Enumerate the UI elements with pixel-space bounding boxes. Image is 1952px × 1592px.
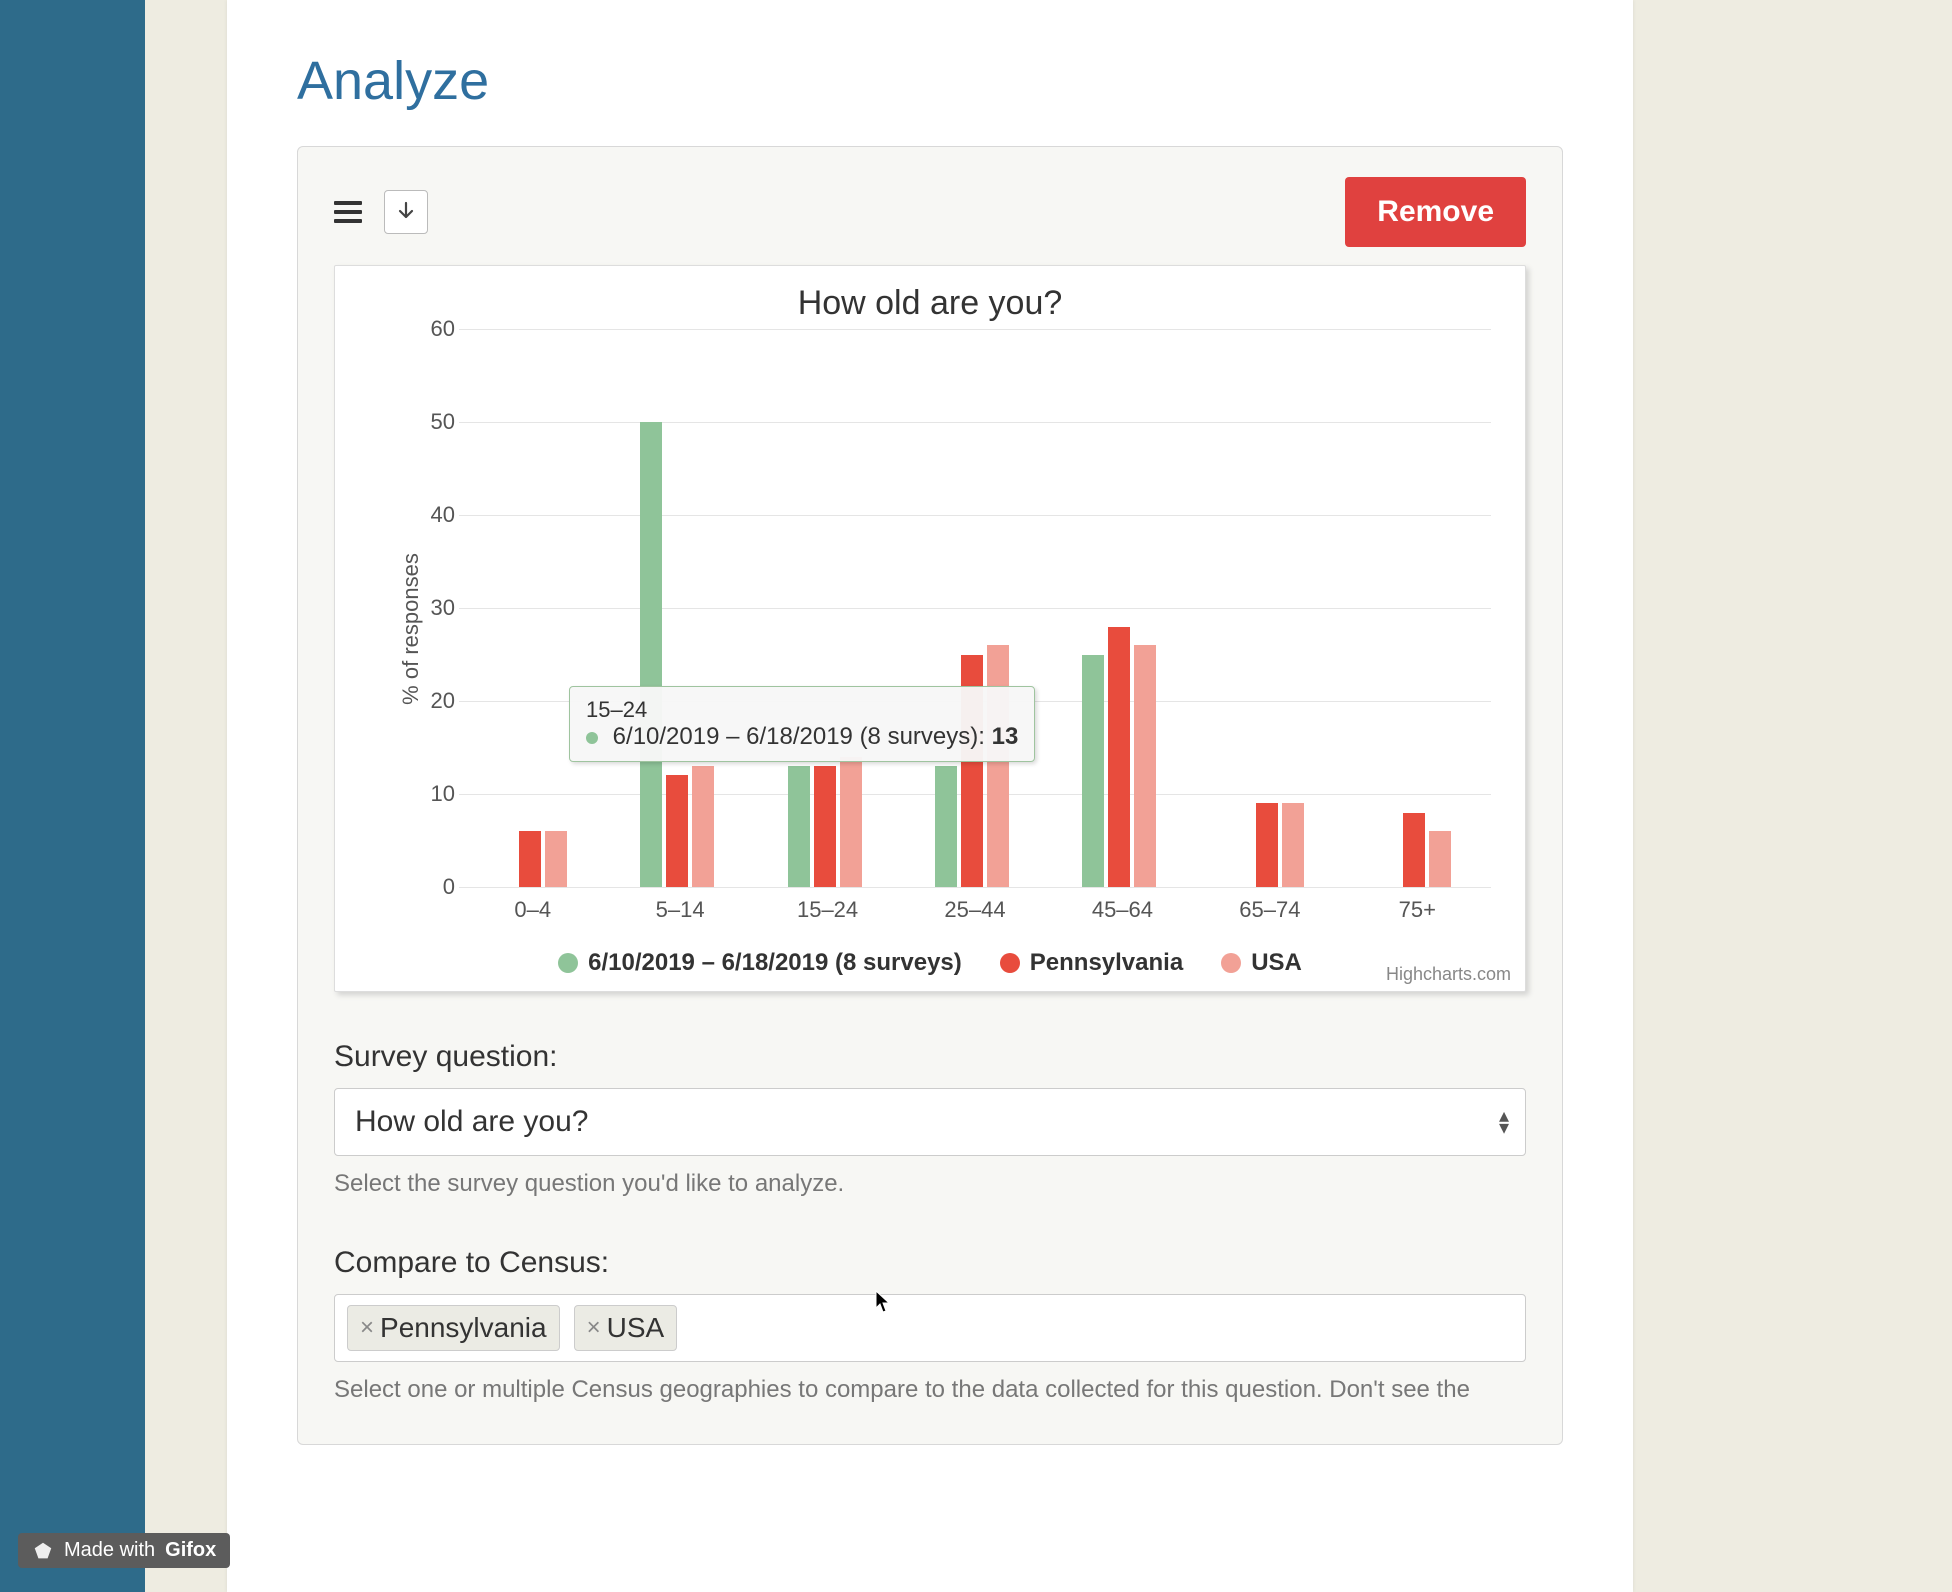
bar[interactable] bbox=[640, 422, 662, 887]
x-tick: 45–64 bbox=[1092, 897, 1153, 923]
remove-button[interactable]: Remove bbox=[1345, 177, 1526, 247]
legend-label: 6/10/2019 – 6/18/2019 (8 surveys) bbox=[588, 949, 962, 977]
bar[interactable] bbox=[788, 766, 810, 887]
legend-item[interactable]: Pennsylvania bbox=[1000, 949, 1183, 977]
survey-question-helper: Select the survey question you'd like to… bbox=[334, 1170, 1526, 1198]
y-tick: 60 bbox=[415, 316, 455, 342]
tooltip-dot bbox=[586, 732, 598, 744]
legend-swatch bbox=[1221, 953, 1241, 973]
bar[interactable] bbox=[1082, 655, 1104, 888]
download-button[interactable] bbox=[384, 190, 428, 234]
survey-question-value: How old are you? bbox=[355, 1105, 588, 1138]
legend-label: Pennsylvania bbox=[1030, 949, 1183, 977]
analyze-card: Remove How old are you? % of responses 0… bbox=[297, 146, 1563, 1445]
x-tick: 0–4 bbox=[514, 897, 551, 923]
chart-container: How old are you? % of responses 01020304… bbox=[334, 265, 1526, 992]
chart-tooltip: 15–24 6/10/2019 – 6/18/2019 (8 surveys):… bbox=[569, 686, 1035, 762]
bar[interactable] bbox=[987, 645, 1009, 887]
y-tick: 0 bbox=[415, 874, 455, 900]
tooltip-series-label: 6/10/2019 – 6/18/2019 (8 surveys): bbox=[613, 723, 985, 750]
remove-tag-icon[interactable]: × bbox=[360, 1314, 374, 1342]
bar[interactable] bbox=[1429, 831, 1451, 887]
y-tick: 10 bbox=[415, 781, 455, 807]
mouse-cursor bbox=[875, 1290, 891, 1314]
bar[interactable] bbox=[519, 831, 541, 887]
y-axis-label: % of responses bbox=[398, 553, 424, 705]
tooltip-value: 13 bbox=[992, 723, 1019, 750]
download-icon bbox=[396, 201, 416, 223]
hamburger-icon[interactable] bbox=[334, 201, 362, 223]
legend-item[interactable]: USA bbox=[1221, 949, 1302, 977]
x-tick: 65–74 bbox=[1239, 897, 1300, 923]
bar-group[interactable] bbox=[1082, 329, 1162, 887]
survey-question-select[interactable]: How old are you? ▴▾ bbox=[334, 1088, 1526, 1156]
bar[interactable] bbox=[1256, 803, 1278, 887]
x-tick: 5–14 bbox=[656, 897, 705, 923]
x-tick: 75+ bbox=[1399, 897, 1436, 923]
chart-credits[interactable]: Highcharts.com bbox=[1386, 964, 1511, 985]
x-tick: 25–44 bbox=[944, 897, 1005, 923]
bar[interactable] bbox=[545, 831, 567, 887]
census-tag[interactable]: ×Pennsylvania bbox=[347, 1305, 560, 1351]
legend-swatch bbox=[1000, 953, 1020, 973]
gifox-badge[interactable]: Made with Gifox bbox=[18, 1533, 230, 1568]
survey-question-label: Survey question: bbox=[334, 1040, 1526, 1074]
compare-census-helper: Select one or multiple Census geographie… bbox=[334, 1376, 1526, 1404]
y-tick: 40 bbox=[415, 502, 455, 528]
gifox-brand: Gifox bbox=[165, 1539, 216, 1562]
select-caret-icon: ▴▾ bbox=[1499, 1110, 1509, 1134]
left-rail bbox=[0, 0, 145, 1592]
bar[interactable] bbox=[1403, 813, 1425, 887]
plot-area[interactable]: 01020304050600–45–1415–2425–4445–6465–74… bbox=[459, 329, 1491, 887]
page: Analyze Remove How old are you? bbox=[227, 0, 1633, 1592]
compare-census-section: Compare to Census: ×Pennsylvania×USA Sel… bbox=[334, 1246, 1526, 1404]
y-tick: 30 bbox=[415, 595, 455, 621]
gifox-icon bbox=[32, 1540, 54, 1562]
census-tag-label: USA bbox=[607, 1312, 665, 1344]
census-tag[interactable]: ×USA bbox=[574, 1305, 678, 1351]
bar-group[interactable] bbox=[640, 329, 720, 887]
chart-legend: 6/10/2019 – 6/18/2019 (8 surveys) Pennsyl… bbox=[359, 949, 1501, 977]
bar[interactable] bbox=[692, 766, 714, 887]
bar[interactable] bbox=[1134, 645, 1156, 887]
compare-census-label: Compare to Census: bbox=[334, 1246, 1526, 1280]
gridline bbox=[459, 887, 1491, 888]
page-title: Analyze bbox=[297, 50, 1563, 112]
chart-title: How old are you? bbox=[359, 284, 1501, 323]
bar[interactable] bbox=[1282, 803, 1304, 887]
legend-item[interactable]: 6/10/2019 – 6/18/2019 (8 surveys) bbox=[558, 949, 962, 977]
bar-group[interactable] bbox=[493, 329, 573, 887]
bar-group[interactable] bbox=[788, 329, 868, 887]
census-tag-label: Pennsylvania bbox=[380, 1312, 547, 1344]
legend-swatch bbox=[558, 953, 578, 973]
bar-group[interactable] bbox=[1377, 329, 1457, 887]
bar[interactable] bbox=[814, 766, 836, 887]
bar-group[interactable] bbox=[1230, 329, 1310, 887]
compare-census-input[interactable]: ×Pennsylvania×USA bbox=[334, 1294, 1526, 1362]
bar-group[interactable] bbox=[935, 329, 1015, 887]
bar[interactable] bbox=[840, 757, 862, 887]
remove-tag-icon[interactable]: × bbox=[587, 1314, 601, 1342]
y-tick: 20 bbox=[415, 688, 455, 714]
bar[interactable] bbox=[666, 775, 688, 887]
legend-label: USA bbox=[1251, 949, 1302, 977]
survey-question-section: Survey question: How old are you? ▴▾ Sel… bbox=[334, 1040, 1526, 1198]
x-tick: 15–24 bbox=[797, 897, 858, 923]
tooltip-category: 15–24 bbox=[586, 697, 1018, 723]
bar[interactable] bbox=[935, 766, 957, 887]
gifox-prefix: Made with bbox=[64, 1539, 155, 1562]
y-tick: 50 bbox=[415, 409, 455, 435]
bar[interactable] bbox=[1108, 627, 1130, 887]
